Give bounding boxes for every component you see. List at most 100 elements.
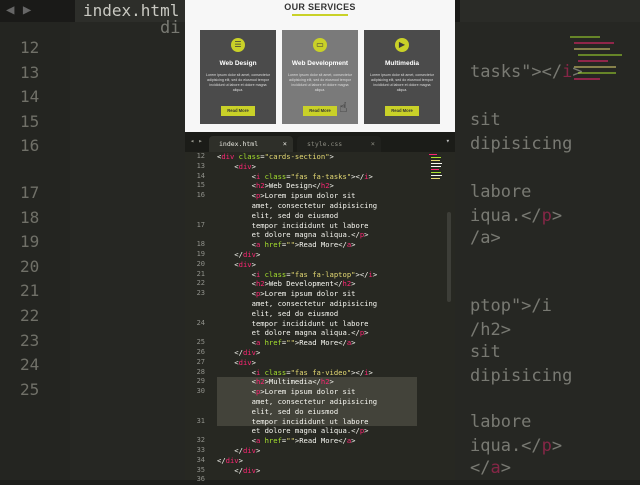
code-line: amet, consectetur adipisicing (217, 397, 378, 406)
laptop-icon: ▭ (313, 38, 327, 52)
editor-tabbar: ◂ ▸ index.html × style.css × ▾ (185, 132, 455, 152)
code-line: tempor incididunt ut labore (217, 220, 369, 230)
background-line-number: 23 (20, 330, 40, 350)
background-code-fragment: dipisicing (470, 134, 573, 154)
nav-arrows-icon[interactable]: ◂ ▸ (190, 137, 203, 145)
background-code-fragment: </a> (470, 458, 511, 478)
card-title: Web Design (219, 60, 257, 67)
line-number: 29 (196, 377, 205, 386)
line-number: 13 (196, 161, 205, 170)
background-line-number: 17 (20, 183, 40, 202)
code-line: <h2>Web Development</h2> (217, 279, 356, 289)
code-line: <a href="">Read More</a> (217, 240, 356, 250)
tab-index-html[interactable]: index.html × (209, 136, 293, 152)
background-code-fragment: /h2> (470, 320, 511, 340)
line-number: 32 (196, 436, 205, 445)
background-line-number: 14 (20, 87, 40, 107)
line-number: 33 (196, 446, 205, 454)
code-line: et dolore magna aliqua.</p> (217, 426, 369, 436)
line-number: 31 (196, 416, 205, 425)
read-more-button[interactable]: Read More (221, 106, 255, 116)
code-line: et dolore magna aliqua.</p> (217, 230, 369, 240)
line-number: 23 (196, 289, 205, 298)
background-code-fragment: sit (470, 110, 501, 130)
read-more-button[interactable]: Read More (303, 106, 337, 116)
background-tab-right (460, 0, 640, 22)
code-line: tempor incididunt ut labore (217, 416, 369, 426)
code-line: </div> (217, 446, 261, 455)
background-line-number: 15 (20, 111, 40, 131)
line-number: 25 (196, 338, 205, 347)
code-line: amet, consectetur adipisicing (217, 201, 378, 210)
background-code-fragment: /a> (470, 228, 501, 248)
tab-label: style.css (307, 140, 343, 148)
line-number: 12 (196, 152, 205, 160)
code-line: <i class="fas fa-tasks"></i> (217, 171, 373, 181)
line-number: 30 (196, 387, 205, 396)
code-line: <i class="fas fa-laptop"></i> (217, 269, 378, 279)
line-gutter: 12 13 14 15 16 17 18 19 20 21 22 23 24 25 26 27 28 29 30 31… (185, 152, 213, 483)
code-line: <div> (217, 259, 256, 269)
background-line-number: 22 (20, 306, 40, 325)
code-line: et dolore magna aliqua.</p> (217, 328, 369, 338)
background-code-fragment: di (160, 18, 181, 38)
code-line: <h2>Multimedia</h2> (217, 377, 334, 387)
background-code-fragment: iqua.</p> (470, 206, 563, 226)
background-code-fragment: ptop">/i (470, 296, 552, 316)
code-line: </div> (217, 250, 261, 259)
hand-cursor-icon: ☝ (339, 100, 348, 116)
chevron-down-icon[interactable]: ▾ (446, 137, 450, 145)
code-line: <a href="">Read More</a> (217, 436, 356, 446)
background-code-fragment: dipisicing (470, 366, 573, 386)
code-line: amet, consectetur adipisicing (217, 299, 378, 308)
background-code-fragment: sit (470, 342, 501, 362)
video-icon: ▶ (395, 38, 409, 52)
background-line-number: 25 (20, 379, 40, 399)
code-line: <a href="">Read More</a> (217, 338, 356, 348)
minimap[interactable] (429, 154, 443, 214)
line-number: 34 (196, 455, 205, 464)
card-multimedia: ▶ Multimedia Lorem ipsum dolor sit amet,… (364, 30, 440, 124)
card-text: Lorem ipsum dolor sit amet, consectetur … (206, 73, 270, 92)
line-number: 36 (196, 475, 205, 484)
line-number: 21 (196, 269, 205, 278)
code-line: <h2>Web Design</h2> (217, 181, 334, 191)
line-number: 16 (196, 191, 205, 200)
read-more-button[interactable]: Read More (385, 106, 419, 116)
code-line: </div> (217, 348, 261, 357)
code-line: </div> (217, 455, 243, 465)
background-line-number: 21 (20, 281, 40, 301)
background-line-number: 13 (20, 62, 40, 82)
code-editor: ◂ ▸ index.html × style.css × ▾ 12 13 14 15 1… (185, 132, 455, 483)
background-line-number: 18 (20, 207, 40, 227)
background-code-fragment: labore (470, 412, 532, 432)
line-number: 26 (196, 348, 205, 356)
line-number: 28 (196, 367, 205, 376)
tab-label: index.html (219, 140, 259, 148)
line-number: 17 (196, 220, 205, 229)
background-line-number: 12 (20, 38, 40, 57)
close-icon[interactable]: × (283, 136, 287, 152)
title-underline (292, 14, 348, 16)
card-title: Multimedia (385, 60, 419, 67)
tab-style-css[interactable]: style.css × (297, 136, 381, 152)
line-number: 27 (196, 357, 205, 366)
code-line: <p>Lorem ipsum dolor sit (217, 289, 356, 299)
code-line: tempor incididunt ut labore (217, 318, 369, 328)
code-line: <i class="fas fa-video"></i> (217, 367, 373, 377)
card-title: Web Development (291, 60, 349, 67)
section-title: OUR SERVICES (284, 2, 356, 12)
code-line: elit, sed do eiusmod (217, 308, 339, 318)
code-line: elit, sed do eiusmod (217, 406, 339, 416)
line-number: 14 (196, 171, 205, 180)
code-line: </div> (217, 465, 261, 475)
card-text: Lorem ipsum dolor sit amet, consectetur … (288, 73, 352, 92)
background-nav-arrows: ◀ ▶ (6, 2, 32, 18)
scrollbar[interactable] (447, 212, 451, 302)
close-icon[interactable]: × (371, 136, 375, 152)
code-line: elit, sed do eiusmod (217, 210, 339, 220)
background-minimap (570, 36, 622, 80)
line-number: 20 (196, 259, 205, 268)
background-line-number: 24 (20, 355, 40, 375)
background-line-number: 20 (20, 256, 40, 276)
